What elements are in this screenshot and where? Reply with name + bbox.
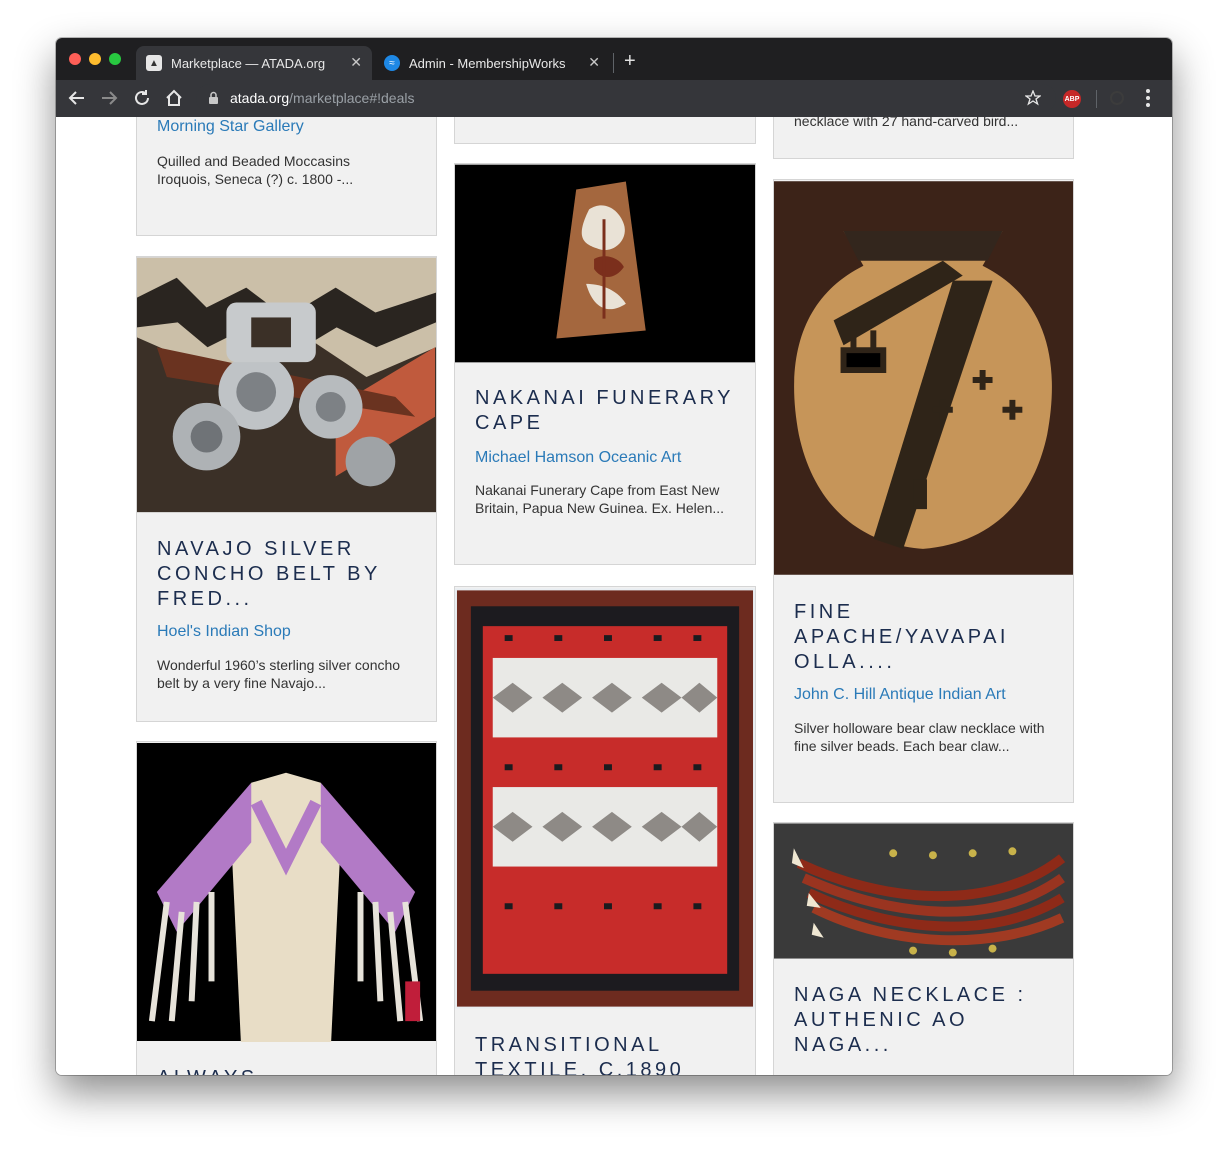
fringed-shirt-image[interactable] — [137, 742, 436, 1042]
dealer-link[interactable]: Michael Hamson Oceanic Art — [475, 449, 681, 467]
bookmark-star-icon[interactable] — [1025, 90, 1041, 106]
listing-description: Wonderful 1960’s sterling silver concho … — [157, 657, 401, 691]
apache-olla-image[interactable] — [774, 180, 1073, 576]
tab-marketplace[interactable]: ▲ Marketplace — ATADA.org ✕ — [136, 46, 372, 80]
maximize-window-button[interactable] — [109, 53, 121, 65]
listing-title[interactable]: NAKANAI FUNERARY CAPE — [475, 386, 735, 436]
listing-title[interactable]: TRANSITIONAL TEXTILE, C.1890 — [475, 1033, 735, 1075]
naga-necklace-image[interactable] — [774, 823, 1073, 959]
listing-description: necklace with 27 hand-carved bird... — [794, 117, 1019, 129]
listing-card[interactable]: necklace with 27 hand-carved bird... — [773, 117, 1074, 159]
url-text[interactable]: atada.org/marketplace#!deals — [230, 90, 414, 106]
reload-icon[interactable] — [133, 89, 151, 107]
listing-card[interactable]: FINE APACHE/YAVAPAI OLLA.... John C. Hil… — [773, 179, 1074, 803]
listing-card[interactable]: NAKANAI FUNERARY CAPE Michael Hamson Oce… — [454, 163, 756, 565]
address-bar[interactable]: atada.org/marketplace#!deals — [196, 84, 1056, 112]
atada-favicon-icon: ▲ — [146, 55, 162, 71]
funerary-cape-image[interactable] — [455, 164, 755, 363]
listing-card[interactable]: NAGA NECKLACE : AUTHENIC AO NAGA... — [773, 822, 1074, 1075]
listing-title[interactable]: ALWAYS — [157, 1066, 417, 1075]
dealer-link[interactable]: John C. Hill Antique Indian Art — [794, 686, 1006, 704]
listing-card[interactable]: TRANSITIONAL TEXTILE, C.1890 — [454, 586, 756, 1075]
concho-belt-image[interactable] — [137, 257, 436, 513]
minimize-window-button[interactable] — [89, 53, 101, 65]
extension-icon[interactable] — [1110, 91, 1124, 105]
dealer-link[interactable]: Morning Star Gallery — [157, 118, 304, 136]
new-tab-plus-icon[interactable]: + — [624, 51, 636, 71]
listing-card[interactable]: NAVAJO SILVER CONCHO BELT BY FRED... Hoe… — [136, 256, 437, 722]
tab-title: Admin - MembershipWorks — [409, 55, 566, 71]
listing-description: Nakanai Funerary Cape from East New Brit… — [475, 482, 725, 516]
listing-card[interactable] — [454, 117, 756, 144]
listing-title[interactable]: NAVAJO SILVER CONCHO BELT BY FRED... — [157, 537, 417, 612]
back-arrow-icon[interactable] — [68, 89, 86, 107]
url-path: /marketplace#!deals — [289, 90, 415, 106]
listing-card[interactable]: Morning Star Gallery Quilled and Beaded … — [136, 117, 437, 236]
forward-arrow-icon[interactable] — [100, 89, 118, 107]
navajo-textile-image[interactable] — [455, 587, 755, 1010]
close-window-button[interactable] — [69, 53, 81, 65]
listing-card[interactable]: ALWAYS — [136, 741, 437, 1075]
tab-membershipworks[interactable]: ≈ Admin - MembershipWorks ✕ — [374, 46, 610, 80]
listing-title[interactable]: FINE APACHE/YAVAPAI OLLA.... — [794, 600, 1054, 675]
dealer-link[interactable]: Hoel's Indian Shop — [157, 623, 291, 641]
tab-title: Marketplace — ATADA.org — [171, 55, 326, 71]
lock-icon — [209, 91, 218, 104]
adblock-extension-icon[interactable]: ABP — [1063, 90, 1081, 108]
listing-description: Quilled and Beaded Moccasins Iroquois, S… — [157, 153, 354, 187]
url-host: atada.org — [230, 90, 290, 106]
toolbar-separator — [1096, 90, 1097, 108]
browser-window: ▲ Marketplace — ATADA.org ✕ ≈ Admin - Me… — [56, 38, 1172, 1075]
home-icon[interactable] — [164, 88, 184, 108]
menu-dots-icon[interactable] — [1146, 89, 1150, 109]
close-tab-icon[interactable]: ✕ — [350, 54, 362, 71]
adblock-badge-text: ABP — [1064, 95, 1080, 103]
listing-description: Silver holloware bear claw necklace with… — [794, 720, 1045, 754]
browser-toolbar: atada.org/marketplace#!deals ABP — [56, 80, 1172, 118]
membershipworks-favicon-icon: ≈ — [384, 55, 400, 71]
listing-title[interactable]: NAGA NECKLACE : AUTHENIC AO NAGA... — [794, 983, 1054, 1058]
page-content: Morning Star Gallery Quilled and Beaded … — [56, 117, 1172, 1075]
tab-strip: ▲ Marketplace — ATADA.org ✕ ≈ Admin - Me… — [56, 38, 1172, 80]
close-tab-icon[interactable]: ✕ — [588, 54, 600, 71]
tab-separator — [613, 53, 614, 73]
